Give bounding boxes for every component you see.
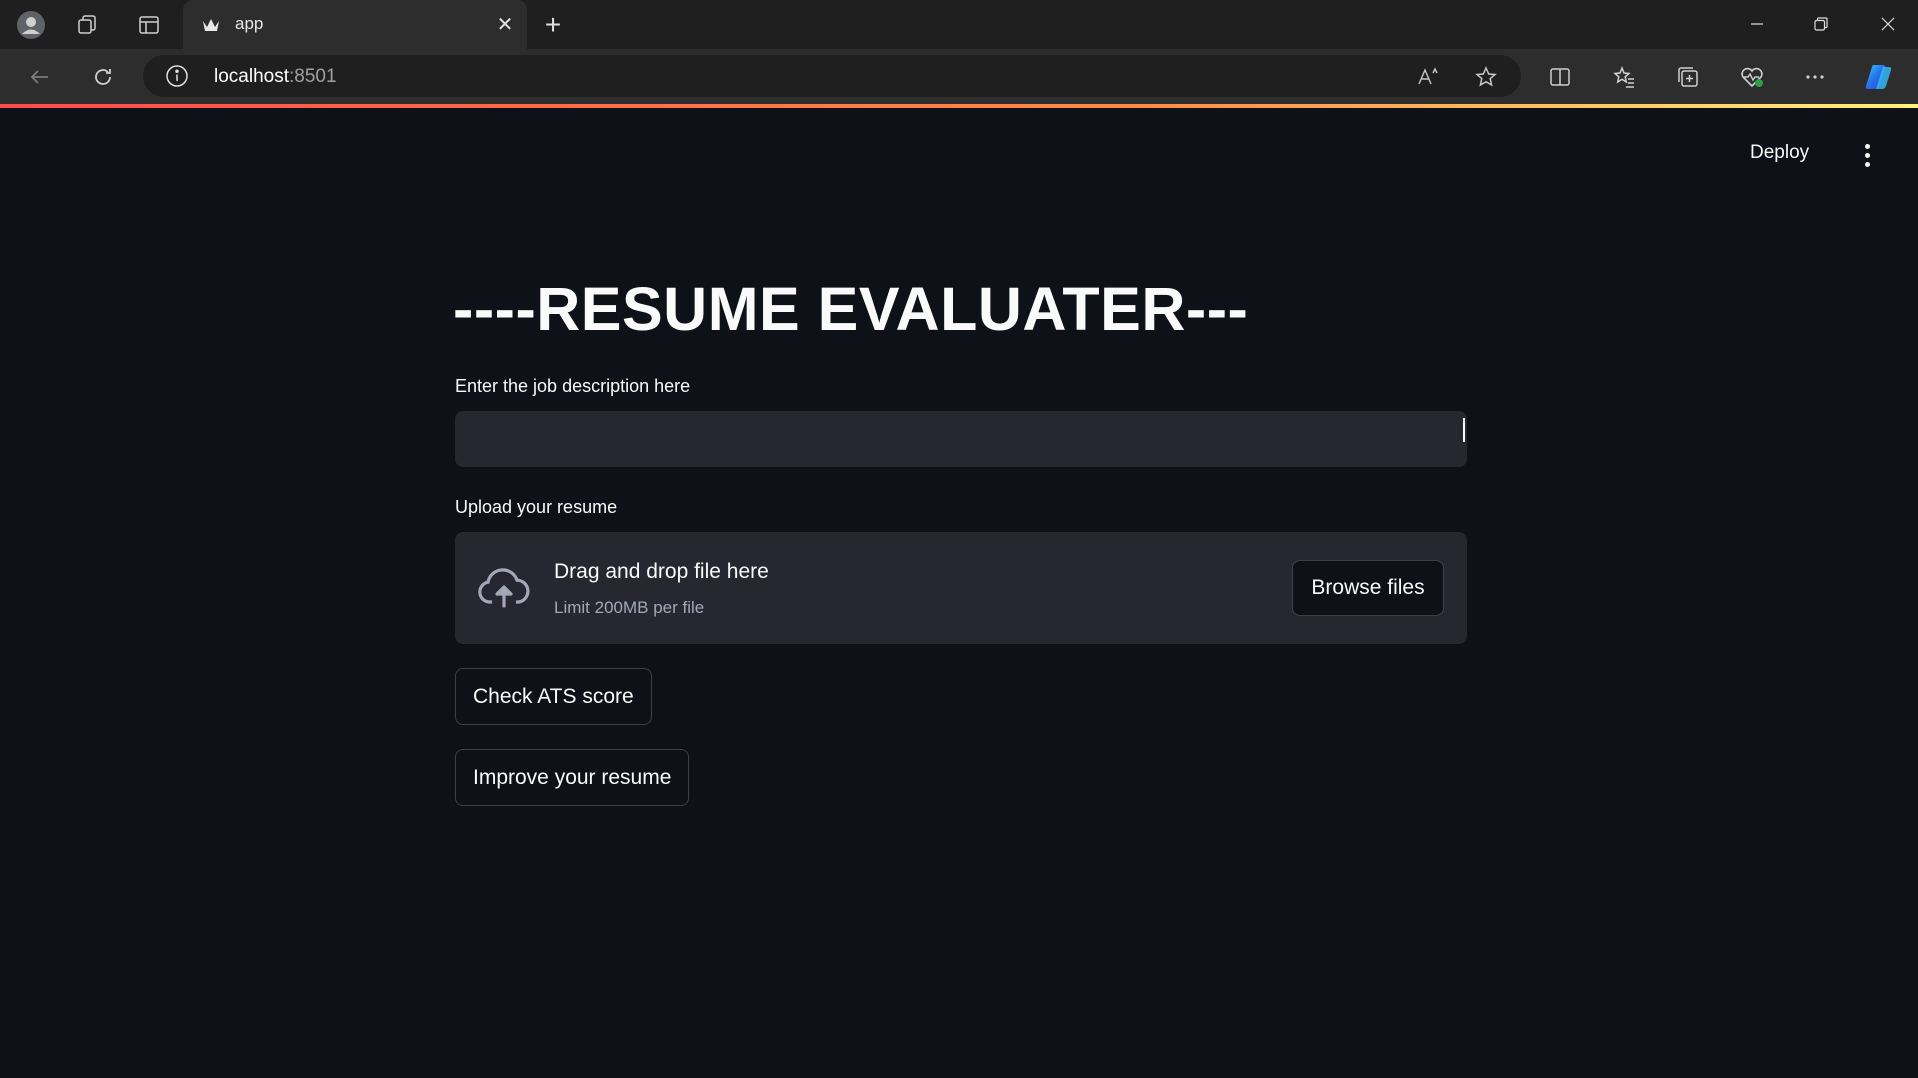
favorites-icon[interactable] <box>1608 61 1640 93</box>
tab-title: app <box>235 14 264 33</box>
workspaces-icon[interactable] <box>73 10 103 40</box>
back-arrow-icon[interactable] <box>24 61 56 93</box>
vertical-tabs-icon[interactable] <box>134 10 164 40</box>
address-bar[interactable]: localhost:8501 <box>143 55 1521 97</box>
job-description-label: Enter the job description here <box>455 376 691 396</box>
browser-tab-bar: app ✕ + <box>0 0 1918 49</box>
restore-icon[interactable] <box>1801 8 1841 40</box>
drag-drop-text: Drag and drop file here <box>554 560 769 583</box>
job-description-input[interactable] <box>455 411 1467 467</box>
deploy-button[interactable]: Deploy <box>1750 142 1809 164</box>
url-text: localhost:8501 <box>214 66 337 88</box>
site-info-icon[interactable] <box>165 64 189 88</box>
text-cursor <box>1463 418 1465 442</box>
collections-icon[interactable] <box>1672 61 1704 93</box>
upload-resume-label: Upload your resume <box>455 497 618 517</box>
file-dropzone[interactable]: Drag and drop file here Limit 200MB per … <box>455 532 1467 644</box>
minimize-icon[interactable] <box>1737 8 1777 40</box>
favorite-star-icon[interactable] <box>1472 63 1500 91</box>
check-ats-score-button[interactable]: Check ATS score <box>455 668 652 725</box>
url-port: :8501 <box>289 66 337 87</box>
active-tab[interactable]: app ✕ <box>183 0 527 49</box>
streamlit-crown-icon <box>199 13 223 37</box>
copilot-icon[interactable] <box>1862 61 1894 93</box>
upload-limit-text: Limit 200MB per file <box>554 598 705 617</box>
browser-essentials-heart-icon[interactable] <box>1736 61 1768 93</box>
reload-icon[interactable] <box>87 61 119 93</box>
profile-avatar-icon[interactable] <box>16 10 46 40</box>
cloud-upload-icon <box>477 566 531 610</box>
more-options-icon[interactable] <box>1799 61 1831 93</box>
streamlit-decoration-bar <box>0 104 1918 108</box>
url-host: localhost <box>214 66 289 87</box>
split-screen-icon[interactable] <box>1544 61 1576 93</box>
new-tab-button[interactable]: + <box>538 9 568 40</box>
browse-files-button[interactable]: Browse files <box>1292 560 1444 616</box>
tab-close-icon[interactable]: ✕ <box>493 12 517 36</box>
page-title: ----RESUME EVALUATER--- <box>453 275 1249 343</box>
improve-resume-button[interactable]: Improve your resume <box>455 749 690 806</box>
window-close-icon[interactable] <box>1868 8 1908 40</box>
main-menu-kebab-icon[interactable] <box>1857 140 1877 170</box>
read-aloud-icon[interactable] <box>1414 63 1442 91</box>
browser-toolbar: localhost:8501 <box>0 49 1918 104</box>
